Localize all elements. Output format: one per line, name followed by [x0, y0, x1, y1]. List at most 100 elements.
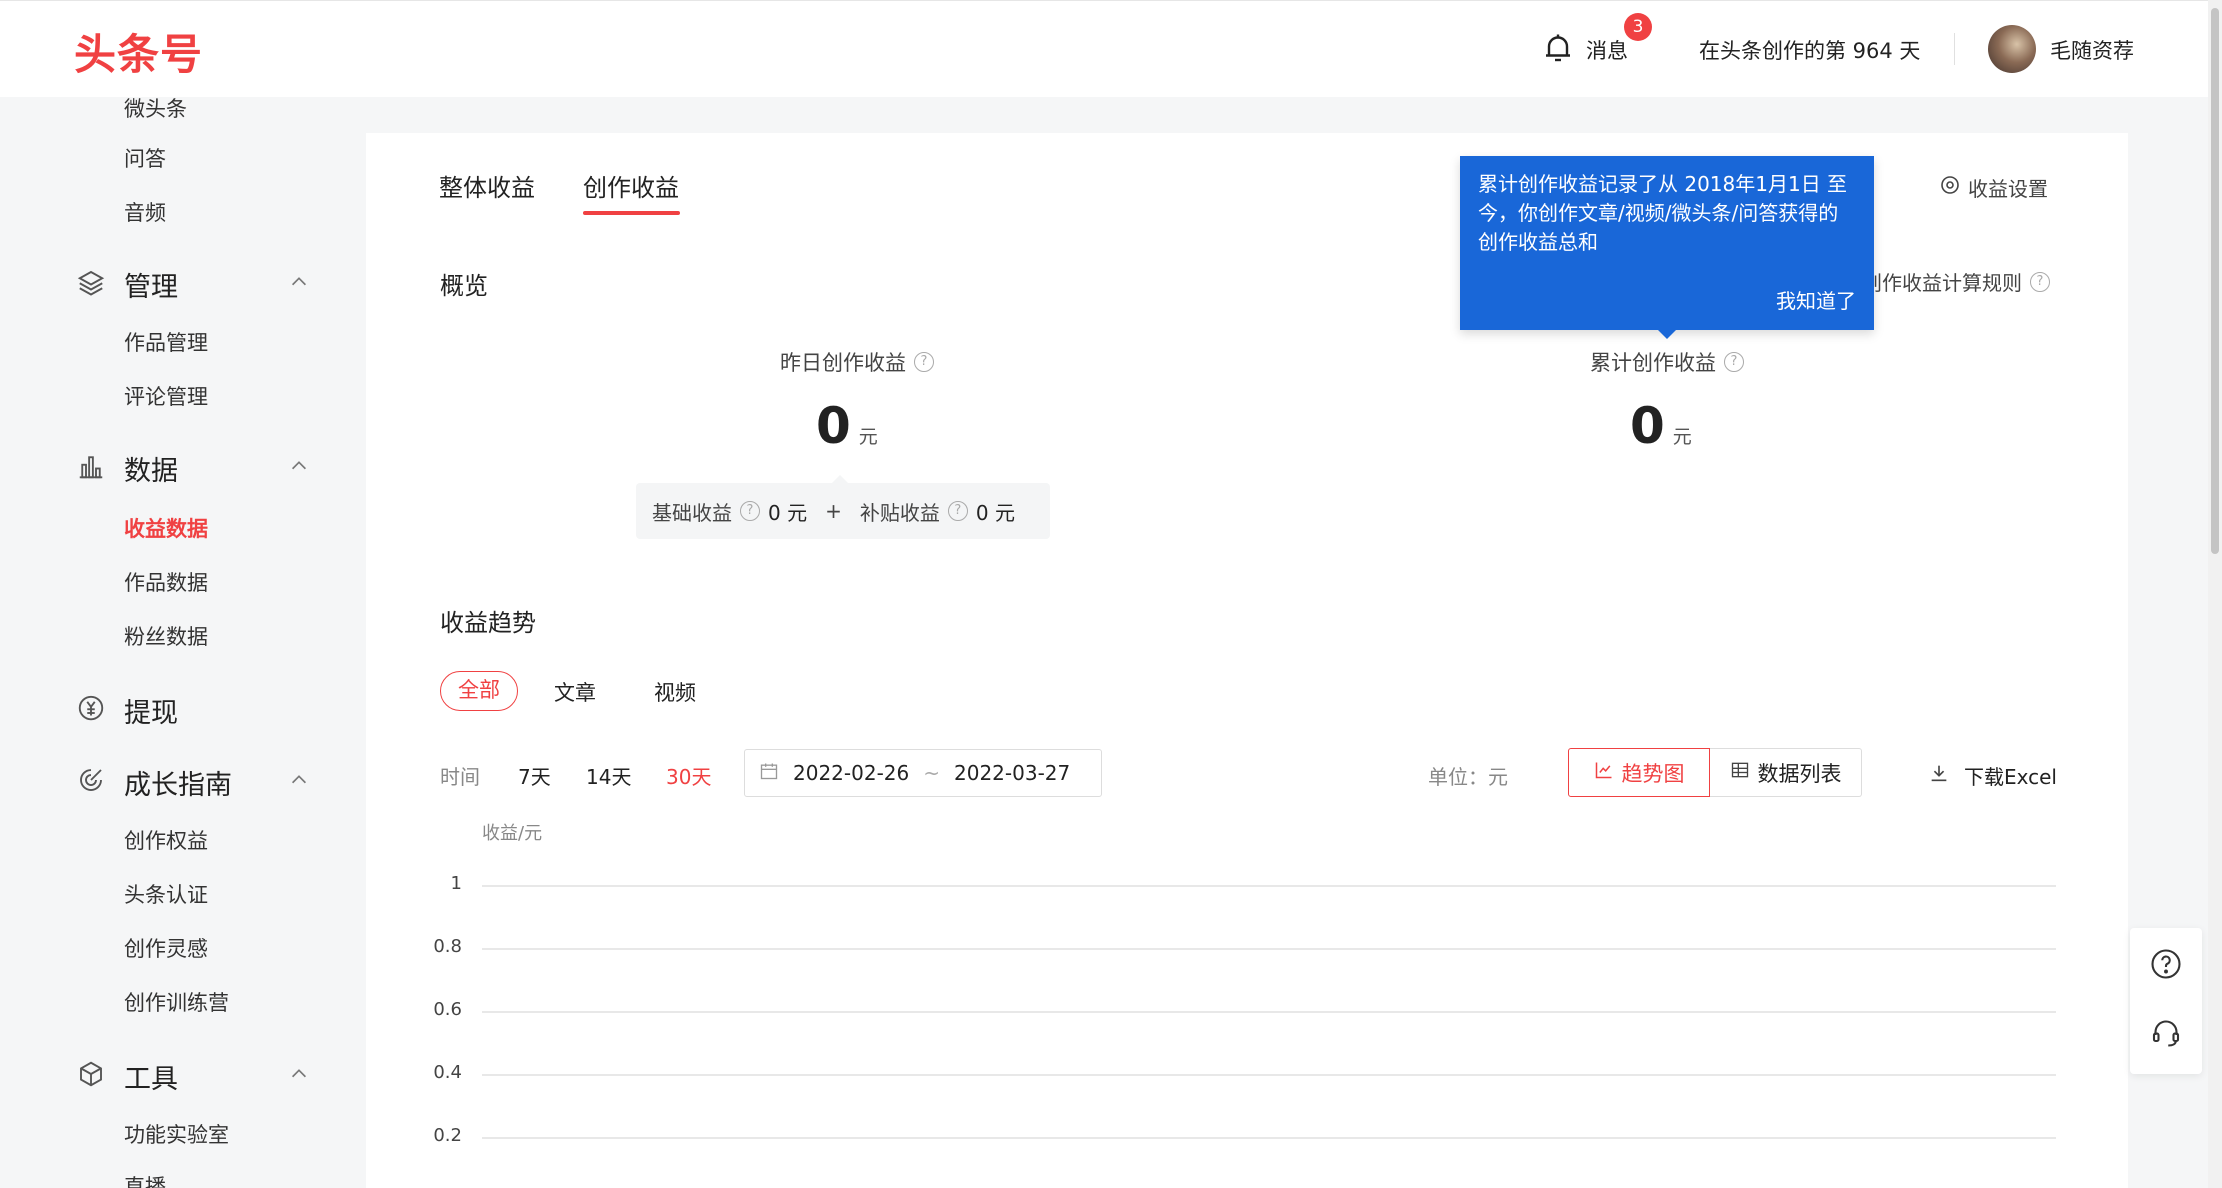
view-table-button[interactable]: 数据列表 [1710, 748, 1862, 797]
question-circle-icon[interactable] [2148, 946, 2184, 982]
tab-creation-revenue[interactable]: 创作收益 [583, 168, 679, 203]
calendar-icon [759, 761, 779, 786]
sidebar-group-tools[interactable]: 工具 [124, 1057, 178, 1096]
help-icon: ? [2030, 271, 2050, 292]
subsidy-revenue-value: 0 元 [975, 500, 1015, 525]
creation-days: 在头条创作的第 964 天 [1699, 39, 1921, 63]
sidebar-item-weitoutiao[interactable]: 微头条 [124, 97, 187, 123]
sidebar-item-fans-data[interactable]: 粉丝数据 [124, 621, 208, 651]
yesterday-value: 0 元 [816, 397, 878, 455]
sidebar-item-qa[interactable]: 问答 [124, 143, 166, 173]
sidebar-item-comments-manage[interactable]: 评论管理 [124, 381, 208, 411]
tab-overall-revenue[interactable]: 整体收益 [439, 168, 535, 203]
y-tick-label: 0.8 [433, 936, 462, 957]
top-header: 头条号 3 消息 在头条创作的第 964 天 毛随资荐 [0, 0, 2208, 97]
sidebar-item-audio[interactable]: 音频 [124, 197, 166, 227]
vertical-scrollbar[interactable] [2208, 0, 2222, 1188]
plus-sign: + [825, 499, 842, 523]
download-excel-button[interactable]: 下载Excel [1928, 761, 2057, 790]
date-range-picker[interactable]: 2022-02-26 ~ 2022-03-27 [744, 749, 1102, 797]
y-axis-title: 收益/元 [482, 823, 543, 844]
sidebar: 微头条 问答 音频 管理 作品管理 评论管理 数据 收益数据 作品数据 粉丝数据… [0, 97, 366, 1188]
total-value: 0 元 [1630, 397, 1692, 455]
download-icon [1928, 762, 1950, 789]
overview-title: 概览 [440, 272, 488, 300]
table-icon [1730, 760, 1750, 785]
total-label: 累计创作收益 ? [1590, 347, 1744, 377]
time-label: 时间 [440, 765, 480, 789]
bell-icon[interactable] [1540, 29, 1576, 69]
sidebar-item-creator-rights[interactable]: 创作权益 [124, 825, 208, 855]
date-end: 2022-03-27 [954, 761, 1071, 785]
sidebar-item-certification[interactable]: 头条认证 [124, 879, 208, 909]
view-table-label: 数据列表 [1757, 761, 1842, 786]
sidebar-item-revenue-data[interactable]: 收益数据 [124, 513, 208, 543]
chevron-up-icon[interactable] [288, 1063, 310, 1085]
tooltip-confirm-button[interactable]: 我知道了 [1776, 287, 1856, 316]
avatar[interactable] [1988, 25, 2036, 73]
download-label: 下载Excel [1964, 765, 2057, 789]
yesterday-unit: 元 [858, 426, 878, 448]
yesterday-label: 昨日创作收益 ? [780, 347, 934, 377]
unit-label: 单位：元 [1428, 765, 1508, 789]
revenue-settings-link[interactable]: 收益设置 [1938, 173, 2048, 202]
view-chart-button[interactable]: 趋势图 [1568, 748, 1710, 797]
date-separator: ~ [923, 761, 940, 785]
notifications-link[interactable]: 消息 [1586, 35, 1628, 65]
sidebar-group-manage[interactable]: 管理 [124, 265, 178, 304]
filter-article[interactable]: 文章 [554, 677, 596, 707]
growth-icon [76, 765, 106, 795]
username[interactable]: 毛随资荐 [2050, 35, 2134, 65]
help-icon[interactable]: ? [947, 501, 968, 521]
grid-line [482, 1011, 2056, 1013]
help-icon[interactable]: ? [1724, 352, 1744, 372]
range-14d[interactable]: 14天 [586, 761, 631, 790]
layers-icon [76, 267, 106, 297]
y-tick-label: 0.2 [433, 1125, 462, 1146]
sidebar-group-withdraw[interactable]: 提现 [124, 691, 178, 730]
scrollbar-thumb[interactable] [2211, 8, 2219, 554]
settings-label: 收益设置 [1968, 177, 2048, 201]
y-tick-label: 0.4 [433, 1062, 462, 1083]
sidebar-item-live[interactable]: 直播 [124, 1171, 166, 1188]
help-icon[interactable]: ? [914, 352, 934, 372]
y-tick-label: 1 [450, 873, 462, 894]
sidebar-item-training[interactable]: 创作训练营 [124, 987, 229, 1017]
trend-title: 收益趋势 [440, 609, 536, 637]
trend-chart-icon [1594, 760, 1614, 785]
logo[interactable]: 头条号 [74, 21, 203, 82]
yen-coin-icon [76, 693, 106, 723]
header-divider [1954, 33, 1955, 65]
sidebar-item-works-data[interactable]: 作品数据 [124, 567, 208, 597]
y-tick-label: 0.6 [433, 999, 462, 1020]
total-label-text: 累计创作收益 [1590, 351, 1716, 375]
chevron-up-icon[interactable] [288, 271, 310, 293]
base-revenue-label: 基础收益 [652, 500, 732, 525]
help-icon[interactable]: ? [740, 501, 760, 521]
view-chart-label: 趋势图 [1621, 761, 1685, 786]
date-start: 2022-02-26 [793, 761, 910, 785]
sidebar-item-inspiration[interactable]: 创作灵感 [124, 933, 208, 963]
chevron-up-icon[interactable] [288, 455, 310, 477]
grid-line [482, 1137, 2056, 1139]
range-7d[interactable]: 7天 [518, 761, 551, 790]
notification-badge: 3 [1624, 13, 1652, 41]
sidebar-group-data[interactable]: 数据 [124, 449, 178, 488]
rules-link-label: 创作收益计算规则 [1862, 271, 2022, 295]
tooltip-text: 累计创作收益记录了从 2018年1月1日 至今，你创作文章/视频/微头条/问答获… [1478, 172, 1848, 254]
filter-video[interactable]: 视频 [654, 677, 696, 707]
grid-line [482, 948, 2056, 950]
base-revenue-value: 0 元 [768, 500, 808, 525]
sidebar-item-lab[interactable]: 功能实验室 [124, 1119, 229, 1149]
bar-chart-icon [76, 451, 106, 481]
filter-all[interactable]: 全部 [440, 671, 518, 711]
grid-line [482, 1074, 2056, 1076]
sidebar-group-growth[interactable]: 成长指南 [124, 763, 232, 802]
range-30d[interactable]: 30天 [666, 761, 711, 790]
rules-link[interactable]: 创作收益计算规则 ? [1862, 267, 2050, 296]
chevron-up-icon[interactable] [288, 769, 310, 791]
headset-icon[interactable] [2148, 1014, 2184, 1050]
sidebar-item-works-manage[interactable]: 作品管理 [124, 327, 208, 357]
yesterday-amount: 0 [816, 397, 851, 455]
total-unit: 元 [1672, 426, 1692, 448]
